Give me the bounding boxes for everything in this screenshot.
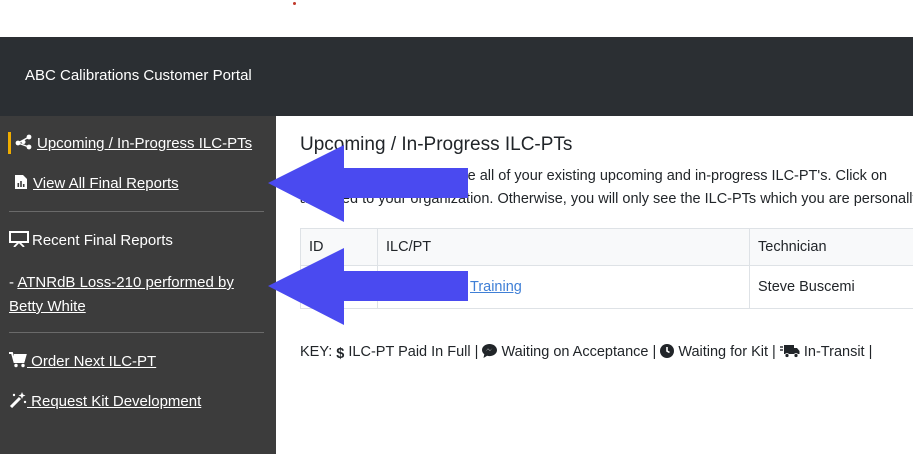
sidebar-item-order[interactable]: Order Next ILC-PT <box>9 352 156 370</box>
key-waiting-kit: Waiting for Kit <box>678 344 769 360</box>
cart-icon <box>9 352 27 368</box>
recent-report-link-line1[interactable]: ATNRdB Loss-210 performed by <box>17 274 233 291</box>
clock-icon <box>660 344 675 362</box>
recent-report-link-line2[interactable]: Betty White <box>9 298 86 315</box>
report-icon <box>14 174 30 190</box>
top-header: ABC Calibrations Customer Portal <box>0 37 913 116</box>
key-acceptance: Waiting on Acceptance <box>501 344 649 360</box>
sidebar-link-order[interactable]: Order Next ILC-PT <box>27 353 156 370</box>
sidebar-item-upcoming[interactable]: Upcoming / In-Progress ILC-PTs <box>14 134 252 152</box>
key-paid: ILC-PT Paid In Full <box>348 344 471 360</box>
annotation-arrow-upper <box>268 145 468 222</box>
sidebar-item-final-reports[interactable]: View All Final Reports <box>14 174 179 192</box>
network-icon <box>14 134 34 150</box>
sidebar-divider <box>9 332 264 333</box>
presentation-icon <box>9 231 29 248</box>
sidebar-item-recent-report[interactable]: - ATNRdB Loss-210 performed by Betty Whit… <box>9 271 234 319</box>
sidebar-heading-recent: Recent Final Reports <box>9 231 173 249</box>
dollar-icon: $ <box>336 346 345 362</box>
top-margin <box>0 0 913 37</box>
key-label: KEY: <box>300 344 333 360</box>
portal-title: ABC Calibrations Customer Portal <box>25 67 252 84</box>
cell-technician: Steve Buscemi <box>749 265 913 309</box>
sidebar-divider <box>9 211 264 212</box>
status-key: KEY: $ ILC-PT Paid In Full | Waiting on … <box>300 344 873 362</box>
red-dot-mark <box>293 2 296 5</box>
sidebar: Upcoming / In-Progress ILC-PTs View All … <box>0 116 276 454</box>
sidebar-link-final-reports[interactable]: View All Final Reports <box>33 175 179 192</box>
sidebar-link-request-kit[interactable]: Request Kit Development <box>27 393 201 410</box>
truck-icon <box>779 344 800 362</box>
magic-wand-icon <box>9 392 27 409</box>
active-indicator <box>8 132 11 154</box>
ilc-link[interactable]: Training <box>470 279 522 295</box>
chat-icon <box>482 344 498 362</box>
sidebar-link-upcoming[interactable]: Upcoming / In-Progress ILC-PTs <box>37 135 252 152</box>
sidebar-heading-label: Recent Final Reports <box>32 232 173 249</box>
key-in-transit: In-Transit <box>803 344 865 360</box>
annotation-arrow-lower <box>268 248 468 325</box>
column-header-technician: Technician <box>749 228 913 266</box>
sidebar-item-request-kit[interactable]: Request Kit Development <box>9 392 201 410</box>
